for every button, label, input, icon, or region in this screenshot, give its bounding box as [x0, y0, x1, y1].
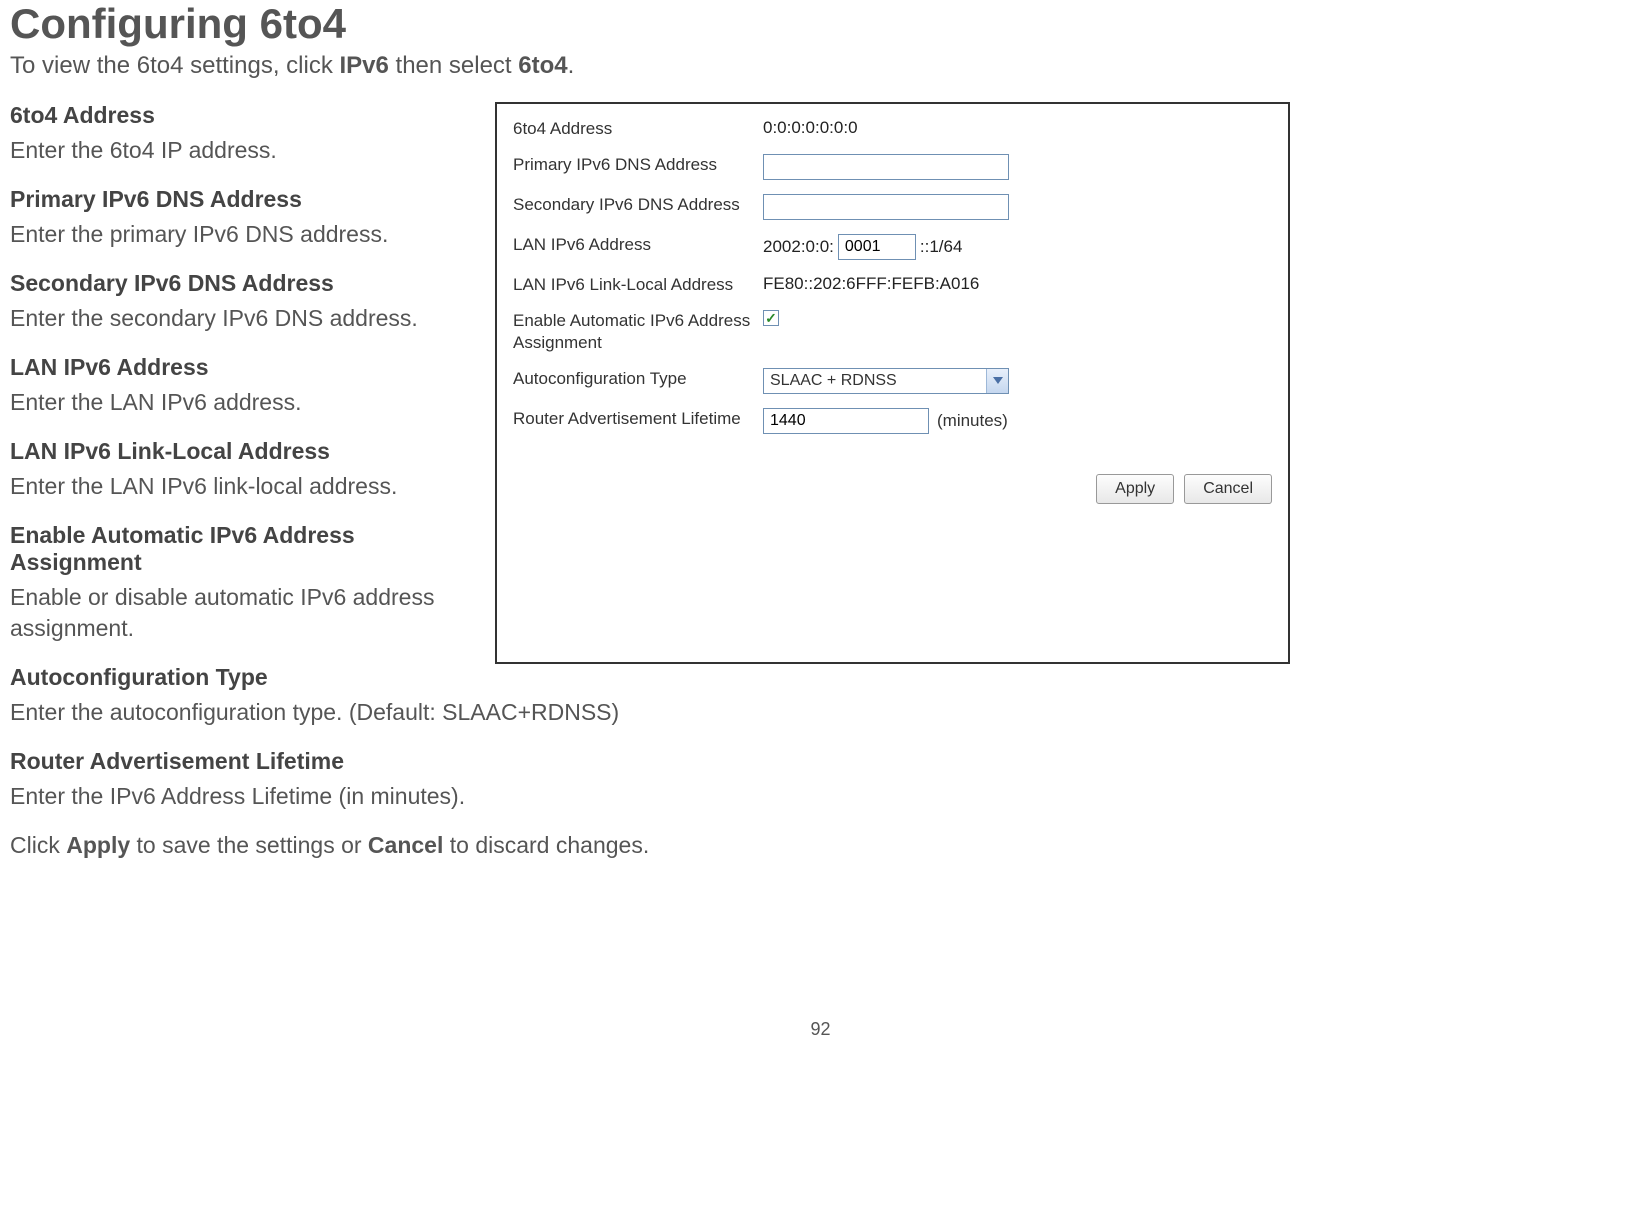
cancel-button[interactable]: Cancel [1184, 474, 1272, 504]
label-enable-auto: Enable Automatic IPv6 Address Assignment [513, 310, 763, 354]
label-6to4-address: 6to4 Address [513, 118, 763, 140]
page-subtitle: To view the 6to4 settings, click IPv6 th… [10, 52, 1631, 80]
section-title-primary-dns: Primary IPv6 DNS Address [10, 186, 475, 213]
subtitle-bold-6to4: 6to4 [518, 52, 567, 79]
primary-dns-input[interactable] [763, 154, 1009, 180]
section-desc-secondary-dns: Enter the secondary IPv6 DNS address. [10, 303, 475, 334]
value-6to4-address: 0:0:0:0:0:0:0 [763, 118, 858, 138]
apply-button[interactable]: Apply [1096, 474, 1174, 504]
section-title-lan-ipv6: LAN IPv6 Address [10, 354, 475, 381]
section-desc-autoconf: Enter the autoconfiguration type. (Defau… [10, 697, 1631, 728]
label-linklocal: LAN IPv6 Link-Local Address [513, 274, 763, 296]
label-autoconf: Autoconfiguration Type [513, 368, 763, 390]
section-title-secondary-dns: Secondary IPv6 DNS Address [10, 270, 475, 297]
settings-form-panel: 6to4 Address 0:0:0:0:0:0:0 Primary IPv6 … [495, 102, 1290, 664]
subtitle-text-end: . [568, 52, 575, 79]
section-desc-linklocal: Enter the LAN IPv6 link-local address. [10, 471, 475, 502]
label-primary-dns: Primary IPv6 DNS Address [513, 154, 763, 176]
section-title-linklocal: LAN IPv6 Link-Local Address [10, 438, 475, 465]
label-router-adv: Router Advertisement Lifetime [513, 408, 763, 430]
section-title-enable-auto: Enable Automatic IPv6 Address Assignment [10, 522, 475, 576]
chevron-down-icon [986, 369, 1008, 393]
subtitle-text: To view the 6to4 settings, click [10, 52, 339, 79]
autoconf-select[interactable]: SLAAC + RDNSS [763, 368, 1009, 394]
page-title: Configuring 6to4 [10, 0, 1631, 48]
label-lan-ipv6: LAN IPv6 Address [513, 234, 763, 256]
section-desc-primary-dns: Enter the primary IPv6 DNS address. [10, 219, 475, 250]
final-bold-cancel: Cancel [368, 832, 443, 858]
final-end: to discard changes. [443, 832, 649, 858]
section-desc-router-adv: Enter the IPv6 Address Lifetime (in minu… [10, 781, 1631, 812]
autoconf-select-value: SLAAC + RDNSS [764, 372, 903, 390]
label-secondary-dns: Secondary IPv6 DNS Address [513, 194, 763, 216]
page-number: 92 [10, 1019, 1631, 1040]
final-mid: to save the settings or [130, 832, 368, 858]
section-desc-lan-ipv6: Enter the LAN IPv6 address. [10, 387, 475, 418]
final-note: Click Apply to save the settings or Canc… [10, 832, 1631, 859]
section-desc-enable-auto: Enable or disable automatic IPv6 address… [10, 582, 475, 644]
final-pre: Click [10, 832, 66, 858]
value-linklocal: FE80::202:6FFF:FEFB:A016 [763, 274, 979, 294]
lan-ipv6-input[interactable] [838, 234, 916, 260]
section-title-autoconf: Autoconfiguration Type [10, 664, 1631, 691]
enable-auto-checkbox[interactable]: ✓ [763, 310, 779, 326]
router-adv-input[interactable] [763, 408, 929, 434]
subtitle-text-mid: then select [389, 52, 518, 79]
final-bold-apply: Apply [66, 832, 130, 858]
secondary-dns-input[interactable] [763, 194, 1009, 220]
section-desc-6to4: Enter the 6to4 IP address. [10, 135, 475, 166]
section-title-6to4: 6to4 Address [10, 102, 475, 129]
section-title-router-adv: Router Advertisement Lifetime [10, 748, 1631, 775]
lan-prefix-text: 2002:0:0: [763, 237, 834, 257]
router-adv-unit: (minutes) [937, 411, 1008, 431]
lan-suffix-text: ::1/64 [920, 237, 963, 257]
subtitle-bold-ipv6: IPv6 [339, 52, 388, 79]
